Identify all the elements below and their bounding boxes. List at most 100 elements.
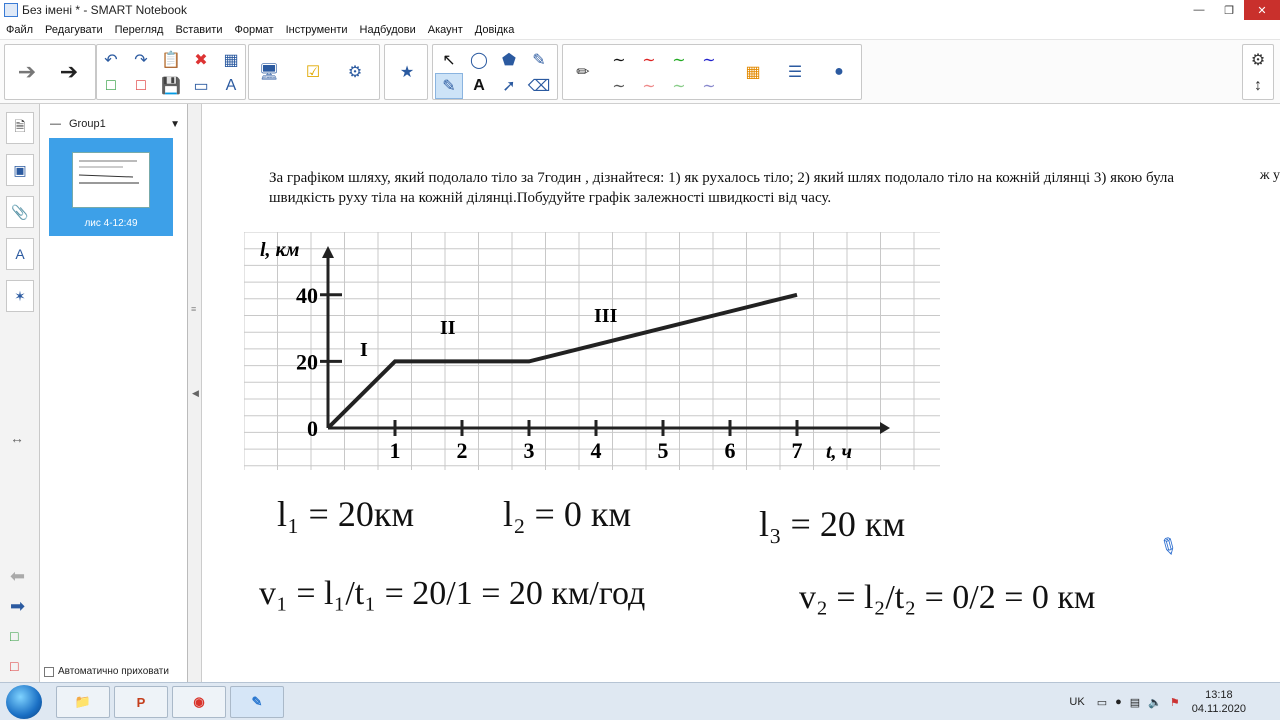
- highlighter-black-icon[interactable]: ∼: [605, 73, 633, 99]
- menu-edit[interactable]: Редагувати: [39, 24, 109, 36]
- clock[interactable]: 13:18 04.11.2020: [1192, 688, 1246, 716]
- menu-bar: Файл Редагувати Перегляд Вставити Формат…: [0, 20, 1280, 40]
- resize-sidebar-icon[interactable]: ↔: [10, 430, 24, 446]
- maximize-button[interactable]: ❐: [1214, 0, 1244, 20]
- properties-icon[interactable]: A: [6, 238, 34, 270]
- menu-view[interactable]: Перегляд: [109, 24, 170, 36]
- tray-icon-2[interactable]: ●: [1115, 696, 1122, 708]
- menu-tools[interactable]: Інструменти: [280, 24, 354, 36]
- x-tick-label: 6: [725, 438, 736, 463]
- close-button[interactable]: ✕: [1244, 0, 1280, 20]
- y-tick-label: 40: [296, 283, 318, 308]
- auto-hide-option[interactable]: Автоматично приховати: [44, 666, 169, 677]
- menu-file[interactable]: Файл: [0, 24, 39, 36]
- highlighter-red-icon[interactable]: ∼: [635, 73, 663, 99]
- handwriting-layer: l₁ = 20км l₂ = 0 км l₃ = 20 км v₁ = l₁/t…: [259, 494, 1095, 616]
- line-icon[interactable]: ➚: [495, 73, 523, 99]
- gear-icon[interactable]: ⚙: [1244, 47, 1272, 73]
- app-icon: [4, 3, 18, 17]
- panel-splitter[interactable]: ≡ ◀: [188, 104, 202, 682]
- transparency-icon[interactable]: ●: [825, 59, 853, 85]
- attachments-icon[interactable]: 📎: [6, 196, 34, 228]
- save-icon[interactable]: 💾: [157, 73, 185, 99]
- segment-label-1: I: [360, 339, 368, 361]
- x-tick-label: 4: [591, 438, 602, 463]
- x-tick-label: 3: [524, 438, 535, 463]
- pen-green-icon[interactable]: ∼: [665, 47, 693, 73]
- y-axis-arrow: [322, 246, 334, 258]
- highlighter-green-icon[interactable]: ∼: [665, 73, 693, 99]
- flag-icon[interactable]: ⚑: [1170, 696, 1180, 709]
- sidebar-forward-icon[interactable]: ➡: [10, 596, 25, 617]
- text-icon[interactable]: A: [465, 73, 493, 99]
- activity-group: ★: [384, 44, 428, 100]
- puzzle-icon[interactable]: ★: [393, 59, 421, 85]
- add-page-icon[interactable]: □: [97, 73, 125, 99]
- chevron-down-icon[interactable]: ▼: [170, 119, 180, 130]
- sidebar-back-icon[interactable]: ⬅: [10, 566, 25, 587]
- screen-shade-icon[interactable]: ▭: [187, 73, 215, 99]
- line-style-icon[interactable]: ☰: [781, 59, 809, 85]
- pen-blue-icon[interactable]: ∼: [695, 47, 723, 73]
- fill-icon[interactable]: ⬟: [495, 47, 523, 73]
- question-text: За графіком шляху, який подолало тіло за…: [269, 170, 1175, 206]
- menu-format[interactable]: Формат: [228, 24, 279, 36]
- windows-taskbar: 📁 P ◉ ✎ UK ▭ ● ▤ 🔈 ⚑ 13:18 04.11.2020: [0, 682, 1280, 720]
- text-properties-icon[interactable]: A: [217, 73, 245, 99]
- move-toolbar-icon[interactable]: ↕: [1244, 73, 1272, 99]
- language-indicator[interactable]: UK: [1069, 696, 1084, 708]
- start-button[interactable]: [6, 685, 42, 719]
- shape-icon[interactable]: ◯: [465, 47, 493, 73]
- collapse-icon[interactable]: —: [50, 118, 61, 130]
- gallery-icon[interactable]: ▣: [6, 154, 34, 186]
- menu-addons[interactable]: Надбудови: [354, 24, 422, 36]
- auto-hide-label: Автоматично приховати: [58, 666, 169, 677]
- clock-date: 04.11.2020: [1191, 703, 1246, 715]
- menu-help[interactable]: Довідка: [469, 24, 521, 36]
- menu-insert[interactable]: Вставити: [169, 24, 228, 36]
- group-header[interactable]: — Group1 ▼: [50, 116, 180, 132]
- x-tick-label: 1: [390, 438, 401, 463]
- color-palette-icon[interactable]: ▦: [739, 59, 767, 85]
- network-icon[interactable]: ▤: [1130, 696, 1140, 709]
- x-tick-label: 2: [457, 438, 468, 463]
- sidebar-delete-page-icon[interactable]: □: [10, 658, 18, 674]
- splitter-grip-icon[interactable]: ≡: [191, 304, 199, 316]
- file-explorer-icon[interactable]: 📁: [56, 686, 110, 718]
- page-sorter-panel: — Group1 ▼ лис 4-12:49 Автоматично прихо…: [40, 104, 188, 682]
- delete-icon[interactable]: ✖: [187, 47, 215, 73]
- table-icon[interactable]: ▦: [217, 47, 245, 73]
- page-thumbnail-selected[interactable]: лис 4-12:49: [49, 138, 173, 236]
- handwriting-v1: v₁ = l₁/t₁ = 20/1 = 20 км/год: [259, 575, 645, 612]
- response-icon[interactable]: ☑: [299, 59, 327, 85]
- pen-red-icon[interactable]: ∼: [635, 47, 663, 73]
- next-page-icon[interactable]: ➔: [55, 59, 83, 85]
- pen-style-icon[interactable]: ✏: [569, 59, 597, 85]
- select-icon[interactable]: ↖: [435, 47, 463, 73]
- smart-notebook-taskbar-icon[interactable]: ✎: [230, 686, 284, 718]
- paste-icon[interactable]: 📋: [157, 47, 185, 73]
- pen-icon[interactable]: ✎: [435, 73, 463, 99]
- auto-hide-checkbox[interactable]: [44, 666, 54, 677]
- delete-page-icon[interactable]: □: [127, 73, 155, 99]
- splitter-arrow-icon[interactable]: ◀: [192, 388, 199, 399]
- whiteboard-canvas[interactable]: За графіком шляху, який подолало тіло за…: [203, 104, 1280, 682]
- document-camera-icon[interactable]: 🖥: [255, 59, 283, 85]
- highlighter-blue-icon[interactable]: ∼: [695, 73, 723, 99]
- tray-icon-1[interactable]: ▭: [1097, 696, 1107, 709]
- addons-tab-icon[interactable]: ✶: [6, 280, 34, 312]
- magic-pen-icon[interactable]: ✎: [525, 47, 553, 73]
- page-sorter-icon[interactable]: 🗎: [6, 112, 34, 144]
- redo-icon[interactable]: ↷: [127, 47, 155, 73]
- undo-icon[interactable]: ↶: [97, 47, 125, 73]
- menu-account[interactable]: Акаунт: [422, 24, 469, 36]
- sidebar-add-page-icon[interactable]: □: [10, 628, 18, 644]
- pen-black-icon[interactable]: ∼: [605, 47, 633, 73]
- powerpoint-icon[interactable]: P: [114, 686, 168, 718]
- eraser-icon[interactable]: ⌫: [525, 73, 553, 99]
- minimize-button[interactable]: —: [1184, 0, 1214, 20]
- volume-icon[interactable]: 🔈: [1148, 696, 1162, 709]
- chrome-icon[interactable]: ◉: [172, 686, 226, 718]
- previous-page-icon[interactable]: ➔: [13, 59, 41, 85]
- addons-icon[interactable]: ⚙: [341, 59, 369, 85]
